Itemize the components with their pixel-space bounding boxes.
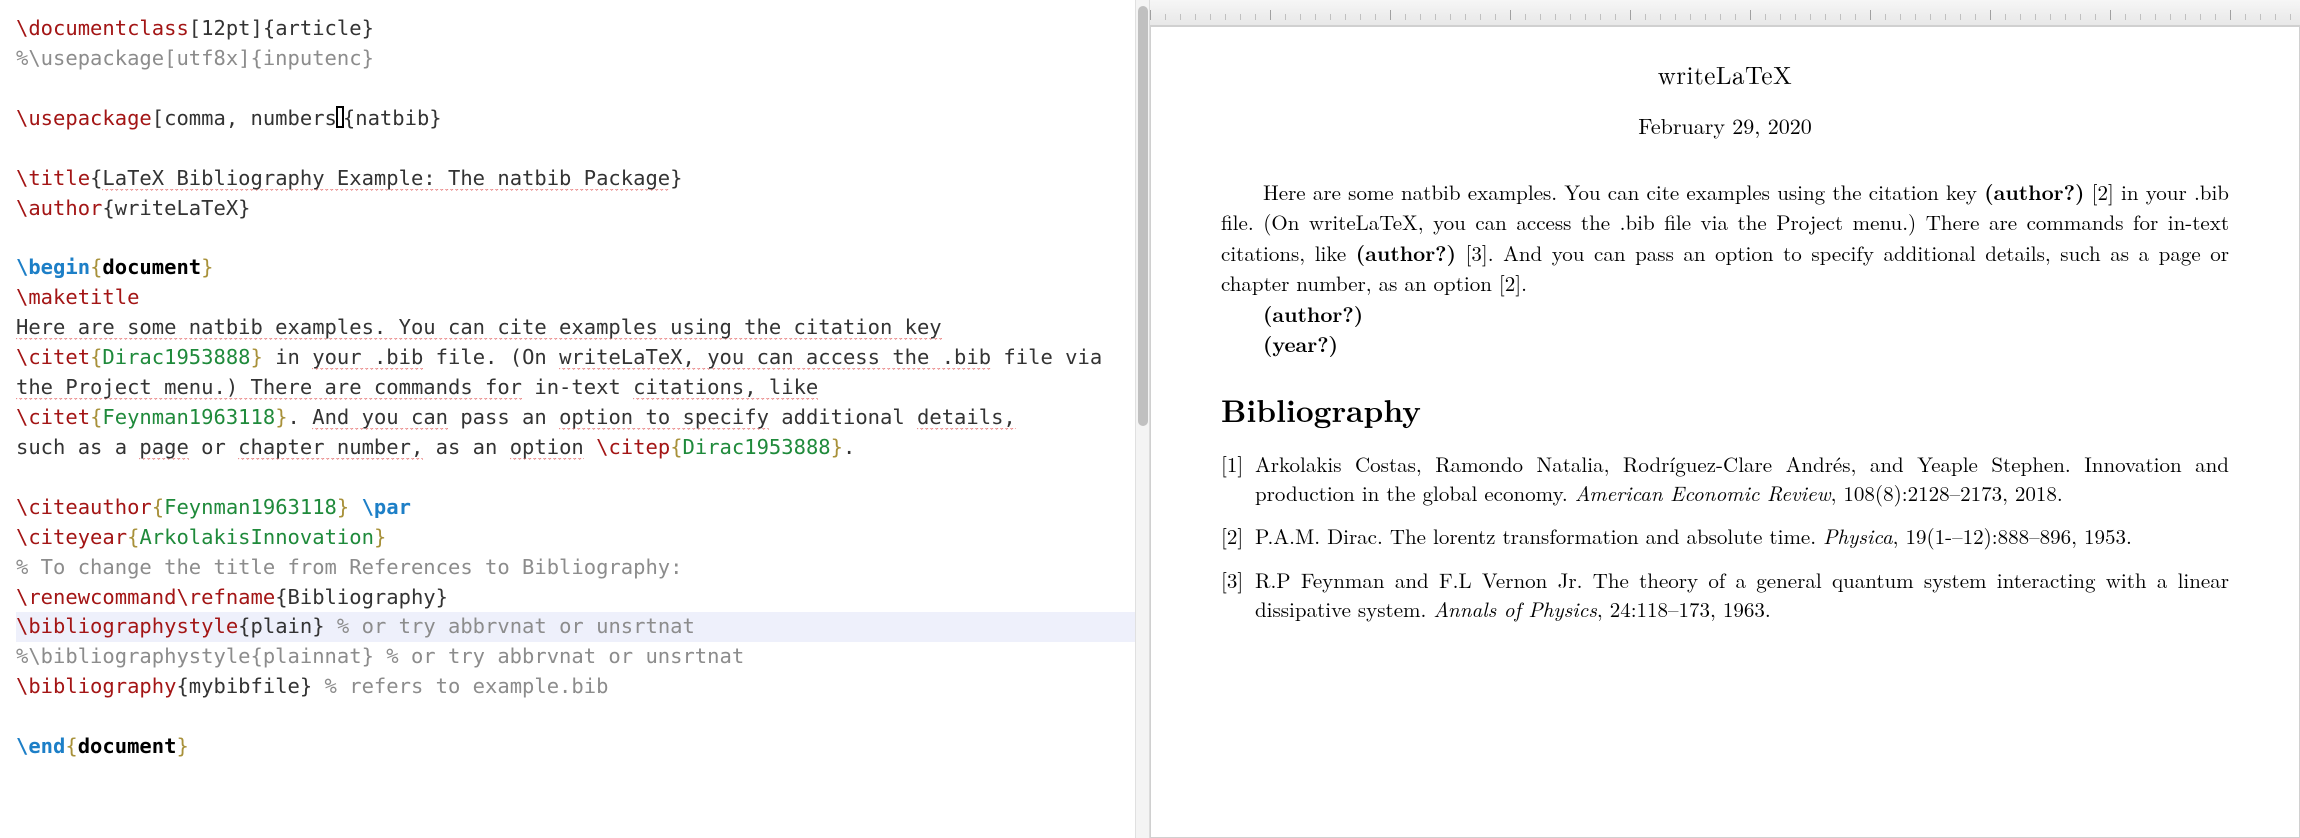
code-line[interactable]: \citeyear{ArkolakisInnovation} xyxy=(16,523,1135,553)
code-line[interactable]: \renewcommand\refname{Bibliography} xyxy=(16,583,1135,613)
scrollbar-thumb[interactable] xyxy=(1138,6,1148,426)
code-line[interactable]: \title{LaTeX Bibliography Example: The n… xyxy=(16,164,1135,194)
document-body: Here are some natbib examples. You can c… xyxy=(1221,177,2229,360)
bibliography-item: [3]R.P Feynman and F.L Vernon Jr. The th… xyxy=(1221,566,2229,625)
code-line[interactable]: % To change the title from References to… xyxy=(16,553,1135,583)
code-line[interactable] xyxy=(16,463,1135,493)
bib-number: [1] xyxy=(1221,450,1255,509)
code-line[interactable]: \author{writeLaTeX} xyxy=(16,194,1135,224)
code-line[interactable] xyxy=(16,74,1135,104)
code-line[interactable] xyxy=(16,223,1135,253)
code-line[interactable]: \citeauthor{Feynman1963118} \par xyxy=(16,493,1135,523)
code-line[interactable]: \bibliographystyle{plain} % or try abbrv… xyxy=(16,612,1135,642)
code-line[interactable]: \bibliography{mybibfile} % refers to exa… xyxy=(16,672,1135,702)
code-line[interactable] xyxy=(16,702,1135,732)
code-line[interactable]: \documentclass[12pt]{article} xyxy=(16,14,1135,44)
code-line[interactable]: \citet{Dirac1953888} in your .bib file. … xyxy=(16,343,1135,373)
bib-text: P.A.M. Dirac. The lorentz transformation… xyxy=(1255,522,2229,551)
document-title: writeLaTeX xyxy=(1221,57,2229,92)
citeyear-output: (year?) xyxy=(1221,329,2229,359)
code-line[interactable]: %\bibliographystyle{plainnat} % or try a… xyxy=(16,642,1135,672)
editor-scrollbar[interactable] xyxy=(1135,0,1149,838)
code-line[interactable]: such as a page or chapter number, as an … xyxy=(16,433,1135,463)
preview-ruler xyxy=(1150,0,2300,26)
latex-source-editor[interactable]: \documentclass[12pt]{article}%\usepackag… xyxy=(0,0,1150,838)
bibliography-list: [1]Arkolakis Costas, Ramondo Natalia, Ro… xyxy=(1221,450,2229,625)
bib-number: [2] xyxy=(1221,522,1255,551)
pdf-preview-pane: writeLaTeX February 29, 2020 Here are so… xyxy=(1150,0,2300,838)
code-line[interactable]: the Project menu.) There are commands fo… xyxy=(16,373,1135,403)
bibliography-heading: Bibliography xyxy=(1221,388,2229,432)
bib-number: [3] xyxy=(1221,566,1255,625)
code-line[interactable]: %\usepackage[utf8x]{inputenc} xyxy=(16,44,1135,74)
bib-text: R.P Feynman and F.L Vernon Jr. The theor… xyxy=(1255,566,2229,625)
code-line[interactable]: \begin{document} xyxy=(16,253,1135,283)
citeauthor-output: (author?) xyxy=(1221,299,2229,329)
code-line[interactable]: \citet{Feynman1963118}. And you can pass… xyxy=(16,403,1135,433)
bib-text: Arkolakis Costas, Ramondo Natalia, Rodrí… xyxy=(1255,450,2229,509)
code-line[interactable] xyxy=(16,134,1135,164)
pdf-page: writeLaTeX February 29, 2020 Here are so… xyxy=(1150,26,2300,838)
bibliography-item: [1]Arkolakis Costas, Ramondo Natalia, Ro… xyxy=(1221,450,2229,509)
editor-text-area[interactable]: \documentclass[12pt]{article}%\usepackag… xyxy=(0,0,1149,838)
code-line[interactable]: Here are some natbib examples. You can c… xyxy=(16,313,1135,343)
document-date: February 29, 2020 xyxy=(1221,110,2229,141)
code-line[interactable]: \usepackage[comma, numbers{natbib} xyxy=(16,104,1135,134)
code-line[interactable]: \end{document} xyxy=(16,732,1135,762)
code-line[interactable]: \maketitle xyxy=(16,283,1135,313)
body-paragraph: Here are some natbib examples. You can c… xyxy=(1221,177,2229,299)
bibliography-item: [2]P.A.M. Dirac. The lorentz transformat… xyxy=(1221,522,2229,551)
